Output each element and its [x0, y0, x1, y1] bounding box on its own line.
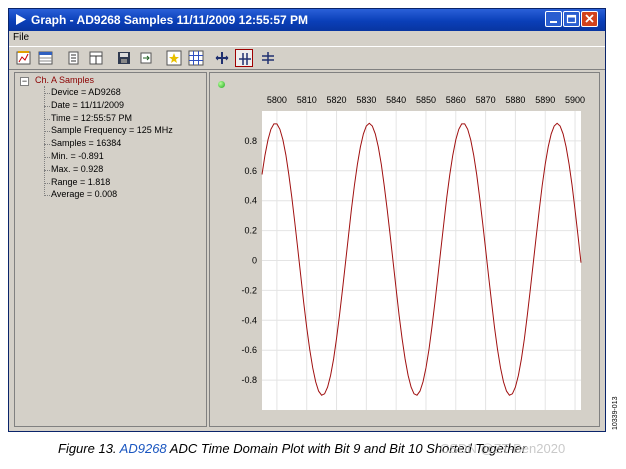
list-view-button[interactable]	[65, 49, 83, 67]
x-tick-label: 5900	[565, 95, 585, 105]
tree-item[interactable]: Max. = 0.928	[51, 164, 103, 174]
window-title: Graph - AD9268 Samples 11/11/2009 12:55:…	[31, 13, 309, 27]
tree-branch	[44, 93, 50, 94]
info-tree-panel: − Ch. A Samples Device = AD9268 Date = 11…	[14, 72, 207, 427]
y-tick-label: -0.4	[241, 315, 257, 325]
graph-panel[interactable]: 5800 5810 5820 5830 5840 5850 5860 5870 5880 5890…	[209, 72, 600, 427]
tree-root-ch-a-samples[interactable]: Ch. A Samples	[35, 75, 94, 85]
tree-collapse-toggle[interactable]: −	[20, 77, 29, 86]
menu-bar: File	[9, 31, 605, 46]
x-tick-label: 5800	[267, 95, 287, 105]
split-view-button[interactable]	[87, 49, 105, 67]
tree-item[interactable]: Time = 12:55:57 PM	[51, 113, 132, 123]
x-tick-label: 5880	[505, 95, 525, 105]
figure-code: 10339-013	[612, 396, 619, 430]
save-button[interactable]	[115, 49, 133, 67]
export-button[interactable]	[137, 49, 155, 67]
tree-item[interactable]: Average = 0.008	[51, 189, 117, 199]
marker-star-icon	[166, 50, 182, 66]
y-tick-label: -0.8	[241, 375, 257, 385]
floppy-disk-icon	[118, 52, 130, 64]
grid-button[interactable]	[187, 49, 205, 67]
time-domain-plot[interactable]: 5800 5810 5820 5830 5840 5850 5860 5870 5880 5890…	[210, 73, 599, 426]
x-tick-label: 5810	[297, 95, 317, 105]
x-tick-label: 5830	[356, 95, 376, 105]
table-view-button[interactable]	[37, 49, 55, 67]
toolbar	[9, 46, 605, 70]
app-arrow-icon	[16, 14, 26, 25]
tree-item[interactable]: Samples = 16384	[51, 138, 121, 148]
chart-icon	[16, 51, 31, 65]
y-tick-label: 0	[252, 256, 257, 266]
x-tick-label: 5870	[476, 95, 496, 105]
split-icon	[89, 51, 103, 65]
tree-item[interactable]: Sample Frequency = 125 MHz	[51, 125, 173, 135]
tree-connector-line	[44, 86, 45, 197]
y-tick-label: 0.4	[244, 196, 257, 206]
tree-branch	[44, 182, 50, 184]
x-tick-label: 5820	[327, 95, 347, 105]
tree-item[interactable]: Range = 1.818	[51, 177, 110, 187]
close-button[interactable]	[581, 11, 598, 27]
grid-icon	[188, 50, 204, 66]
tree-branch	[44, 195, 50, 197]
x-tick-label: 5850	[416, 95, 436, 105]
zoom-vertical-icon	[262, 52, 274, 64]
tree-branch	[44, 105, 50, 107]
tree-item[interactable]: Device = AD9268	[51, 87, 121, 97]
y-tick-label: 0.6	[244, 166, 257, 176]
tree-branch	[44, 131, 50, 133]
y-tick-label: 0.2	[244, 226, 257, 236]
minimize-button[interactable]	[545, 11, 562, 27]
zoom-fit-icon	[215, 52, 229, 64]
table-icon	[38, 51, 53, 65]
list-icon	[68, 51, 79, 65]
x-tick-label: 5860	[446, 95, 466, 105]
tree-branch	[44, 169, 50, 171]
menu-file[interactable]: File	[13, 32, 29, 43]
tree-item[interactable]: Date = 11/11/2009	[51, 100, 124, 110]
tree-item[interactable]: Min. = -0.891	[51, 151, 104, 161]
export-icon	[140, 52, 152, 64]
x-tick-label: 5890	[535, 95, 555, 105]
y-tick-label: -0.2	[241, 285, 257, 295]
maximize-button[interactable]	[563, 11, 580, 27]
x-tick-label: 5840	[386, 95, 406, 105]
y-tick-label: 0.8	[244, 136, 257, 146]
y-tick-label: -0.6	[241, 345, 257, 355]
tree-branch	[44, 118, 50, 120]
tree-branch	[44, 157, 50, 158]
zoom-horizontal-button[interactable]	[235, 49, 253, 67]
caption-prefix: Figure 13.	[58, 441, 120, 456]
zoom-vertical-button[interactable]	[259, 49, 277, 67]
title-bar[interactable]: Graph - AD9268 Samples 11/11/2009 12:55:…	[9, 9, 605, 31]
tree-branch	[44, 144, 50, 146]
caption-link-ad9268[interactable]: AD9268	[120, 441, 167, 456]
watermark: CSDN @ZT-Ben2020	[440, 441, 566, 456]
markers-button[interactable]	[165, 49, 183, 67]
zoom-horizontal-icon	[239, 53, 251, 65]
chart-options-button[interactable]	[15, 49, 33, 67]
zoom-fit-button[interactable]	[213, 49, 231, 67]
graph-window: Graph - AD9268 Samples 11/11/2009 12:55:…	[8, 8, 606, 432]
